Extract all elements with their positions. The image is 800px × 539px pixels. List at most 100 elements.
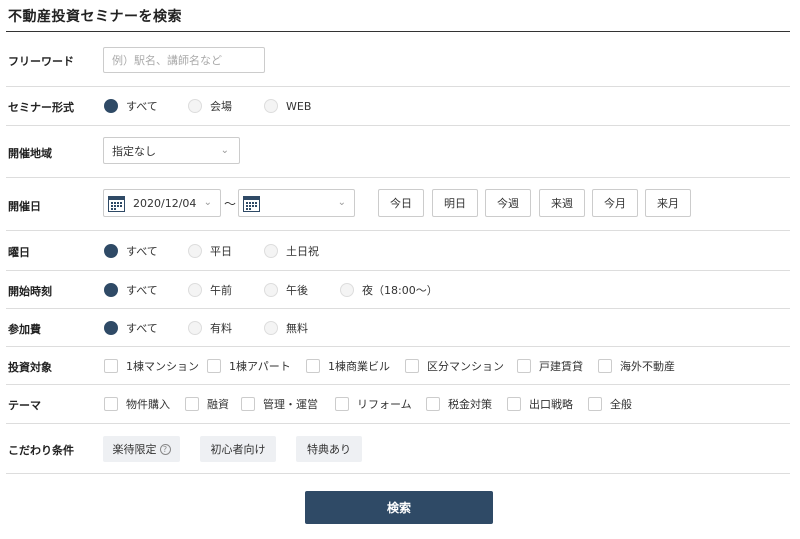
- search-button[interactable]: 検索: [305, 491, 493, 524]
- theme-check-2[interactable]: 融資: [185, 396, 241, 412]
- format-radio-group: すべて 会場 WEB: [104, 98, 311, 114]
- row-free-word: フリーワード: [6, 32, 790, 87]
- weekday-radio-weekends[interactable]: 土日祝: [264, 243, 319, 259]
- format-radio-venue[interactable]: 会場: [188, 98, 264, 114]
- checkbox-icon: [207, 359, 221, 373]
- theme-check-3[interactable]: 管理・運営: [241, 396, 335, 412]
- checkbox-icon: [517, 359, 531, 373]
- time-radio-night[interactable]: 夜（18:00～）: [340, 282, 438, 298]
- radio-unchecked-icon: [264, 321, 278, 335]
- date-next-week-button[interactable]: 来週: [539, 189, 585, 217]
- format-radio-all[interactable]: すべて: [104, 98, 188, 114]
- fee-radio-paid[interactable]: 有料: [188, 320, 264, 336]
- date-tomorrow-button[interactable]: 明日: [432, 189, 478, 217]
- theme-check-group: 物件購入 融資 管理・運営 リフォーム 税金対策 出口戦略 全般: [104, 396, 632, 412]
- condition-chip-exclusive[interactable]: 楽待限定 ?: [103, 436, 180, 462]
- fee-radio-group: すべて 有料 無料: [104, 320, 308, 336]
- date-separator: ～: [224, 197, 237, 211]
- row-fee: 参加費 すべて 有料 無料: [6, 309, 790, 347]
- format-radio-web[interactable]: WEB: [264, 99, 311, 113]
- area-select-value: 指定なし: [112, 144, 156, 158]
- row-date: 開催日 2020/12/04 ⌄ ～ ⌄ 今日 明日 今週 来週 今月 来月: [6, 178, 790, 231]
- checkbox-icon: [104, 359, 118, 373]
- date-start-value: 2020/12/04: [133, 196, 197, 210]
- radio-checked-icon: [104, 244, 118, 258]
- radio-unchecked-icon: [188, 283, 202, 297]
- weekday-radio-all[interactable]: すべて: [104, 243, 188, 259]
- radio-unchecked-icon: [188, 244, 202, 258]
- target-check-4[interactable]: 区分マンション: [405, 358, 517, 374]
- target-check-group: 1棟マンション 1棟アパート 1棟商業ビル 区分マンション 戸建賃貸 海外不動産: [104, 358, 675, 374]
- target-check-2[interactable]: 1棟アパート: [207, 358, 306, 374]
- time-radio-group: すべて 午前 午後 夜（18:00～）: [104, 282, 438, 298]
- chevron-down-icon: ⌄: [337, 197, 346, 208]
- radio-unchecked-icon: [188, 99, 202, 113]
- time-radio-all[interactable]: すべて: [104, 282, 188, 298]
- checkbox-icon: [405, 359, 419, 373]
- target-check-5[interactable]: 戸建賃貸: [517, 358, 598, 374]
- radio-checked-icon: [104, 99, 118, 113]
- date-this-week-button[interactable]: 今週: [485, 189, 531, 217]
- checkbox-icon: [306, 359, 320, 373]
- checkbox-icon: [588, 397, 602, 411]
- radio-unchecked-icon: [264, 283, 278, 297]
- page-title: 不動産投資セミナーを検索: [8, 9, 182, 25]
- fee-radio-free[interactable]: 無料: [264, 320, 308, 336]
- help-icon[interactable]: ?: [159, 443, 171, 455]
- radio-unchecked-icon: [264, 99, 278, 113]
- fee-label: 参加費: [8, 323, 41, 336]
- row-conditions: こだわり条件 楽待限定 ? 初心者向け 特典あり: [6, 424, 790, 474]
- checkbox-icon: [426, 397, 440, 411]
- target-check-6[interactable]: 海外不動産: [598, 358, 675, 374]
- calendar-icon: [108, 195, 125, 212]
- radio-unchecked-icon: [188, 321, 202, 335]
- weekday-label: 曜日: [8, 246, 30, 259]
- time-radio-afternoon[interactable]: 午後: [264, 282, 340, 298]
- checkbox-icon: [104, 397, 118, 411]
- row-theme: テーマ 物件購入 融資 管理・運営 リフォーム 税金対策 出口戦略 全般: [6, 385, 790, 424]
- theme-check-4[interactable]: リフォーム: [335, 396, 426, 412]
- row-target: 投資対象 1棟マンション 1棟アパート 1棟商業ビル 区分マンション 戸建賃貸 …: [6, 347, 790, 385]
- checkbox-icon: [507, 397, 521, 411]
- chevron-down-icon: ⌄: [203, 197, 212, 208]
- row-format: セミナー形式 すべて 会場 WEB: [6, 87, 790, 126]
- area-label: 開催地域: [8, 147, 52, 160]
- condition-chip-beginner[interactable]: 初心者向け: [200, 436, 276, 462]
- date-end-picker[interactable]: ⌄: [238, 189, 355, 217]
- radio-checked-icon: [104, 321, 118, 335]
- row-time: 開始時刻 すべて 午前 午後 夜（18:00～）: [6, 271, 790, 309]
- target-check-1[interactable]: 1棟マンション: [104, 358, 207, 374]
- condition-chip-bonus[interactable]: 特典あり: [296, 436, 362, 462]
- chevron-down-icon: ⌄: [220, 145, 229, 156]
- row-weekday: 曜日 すべて 平日 土日祝: [6, 231, 790, 271]
- checkbox-icon: [598, 359, 612, 373]
- checkbox-icon: [185, 397, 199, 411]
- free-word-label: フリーワード: [8, 55, 74, 68]
- area-select[interactable]: 指定なし ⌄: [103, 137, 240, 164]
- theme-check-1[interactable]: 物件購入: [104, 396, 185, 412]
- radio-checked-icon: [104, 283, 118, 297]
- format-label: セミナー形式: [8, 101, 74, 114]
- date-next-month-button[interactable]: 来月: [645, 189, 691, 217]
- calendar-icon: [243, 195, 260, 212]
- free-word-input[interactable]: [103, 47, 265, 73]
- fee-radio-all[interactable]: すべて: [104, 320, 188, 336]
- date-start-picker[interactable]: 2020/12/04 ⌄: [103, 189, 221, 217]
- date-this-month-button[interactable]: 今月: [592, 189, 638, 217]
- theme-label: テーマ: [8, 399, 41, 412]
- weekday-radio-weekdays[interactable]: 平日: [188, 243, 264, 259]
- radio-unchecked-icon: [340, 283, 354, 297]
- date-today-button[interactable]: 今日: [378, 189, 424, 217]
- date-label: 開催日: [8, 200, 41, 213]
- checkbox-icon: [241, 397, 255, 411]
- time-label: 開始時刻: [8, 285, 52, 298]
- row-area: 開催地域 指定なし ⌄: [6, 126, 790, 178]
- time-radio-morning[interactable]: 午前: [188, 282, 264, 298]
- theme-check-5[interactable]: 税金対策: [426, 396, 507, 412]
- conditions-label: こだわり条件: [8, 444, 74, 457]
- theme-check-6[interactable]: 出口戦略: [507, 396, 588, 412]
- target-check-3[interactable]: 1棟商業ビル: [306, 358, 405, 374]
- weekday-radio-group: すべて 平日 土日祝: [104, 243, 319, 259]
- theme-check-7[interactable]: 全般: [588, 396, 632, 412]
- checkbox-icon: [335, 397, 349, 411]
